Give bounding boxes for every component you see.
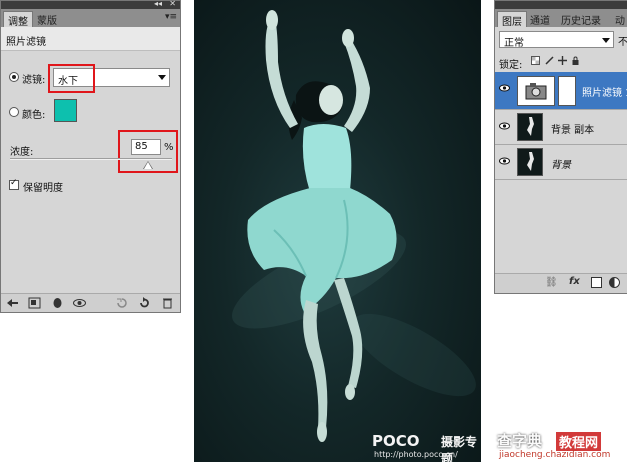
- delete-icon[interactable]: [161, 297, 174, 309]
- adjustments-bottom-toolbar: [1, 293, 180, 312]
- tab-actions[interactable]: 动: [611, 11, 627, 27]
- watermark-brand: POCO: [372, 432, 420, 450]
- density-slider-track[interactable]: [10, 158, 172, 160]
- preserve-luminosity-label: 保留明度: [23, 183, 63, 194]
- watermark-url: http://photo.poco.cn/: [374, 450, 458, 459]
- panel-top-strip: ◂◂ ✕: [1, 0, 180, 9]
- adjustments-tab-bar: 调整 蒙版 ▾≡: [1, 9, 180, 28]
- back-arrow-icon[interactable]: [6, 297, 19, 309]
- chevron-down-icon: [158, 75, 166, 80]
- lock-pixels-icon[interactable]: [545, 56, 554, 65]
- density-slider-thumb[interactable]: [143, 162, 152, 169]
- color-label: 颜色:: [22, 110, 46, 121]
- layer-thumbnail: [517, 113, 543, 141]
- layer-mask-thumbnail[interactable]: [558, 76, 576, 106]
- figure-thumbnail-icon: [527, 152, 534, 171]
- toggle-view-icon[interactable]: [28, 297, 41, 309]
- collapse-icon[interactable]: ◂◂: [154, 0, 162, 8]
- adjustment-thumbnail: [517, 76, 555, 106]
- layer-style-fx-icon[interactable]: fx: [569, 276, 580, 287]
- panel-menu-icon[interactable]: ▾≡: [165, 12, 177, 22]
- blend-mode-dropdown[interactable]: 正常: [499, 31, 614, 49]
- layer-row-background-copy[interactable]: 背景 副本: [495, 110, 627, 145]
- add-mask-icon[interactable]: [591, 277, 602, 288]
- visibility-eye-icon[interactable]: [499, 84, 510, 92]
- lock-position-icon[interactable]: [558, 56, 567, 65]
- link-layers-icon[interactable]: ⛓: [545, 277, 558, 288]
- layer-name: 照片滤镜 1: [582, 88, 627, 99]
- tab-layers[interactable]: 图层: [497, 11, 527, 28]
- blend-mode-value: 正常: [504, 38, 524, 49]
- layer-name: 背景 副本: [551, 125, 595, 136]
- preserve-luminosity-checkbox[interactable]: [9, 178, 19, 190]
- new-adjustment-layer-icon[interactable]: [609, 277, 620, 288]
- adjustment-title-bar: 照片滤镜: [1, 27, 180, 51]
- figure-thumbnail-icon: [527, 117, 534, 136]
- color-swatch[interactable]: [54, 99, 77, 122]
- photo-filter-icon: [525, 83, 547, 100]
- filter-radio[interactable]: [9, 72, 19, 82]
- lock-transparent-icon[interactable]: [531, 56, 540, 65]
- site-watermark-name: 查字典: [497, 432, 543, 450]
- layer-row-photo-filter[interactable]: 照片滤镜 1: [495, 72, 627, 110]
- tab-history[interactable]: 历史记录: [557, 11, 605, 27]
- site-watermark-url: jiaocheng.chazidian.com: [499, 450, 611, 460]
- layers-bottom-toolbar: ⛓ fx: [495, 273, 627, 293]
- clip-layer-icon[interactable]: [51, 297, 64, 309]
- close-icon[interactable]: ✕: [169, 0, 176, 8]
- opacity-label: 不: [618, 37, 627, 48]
- site-watermark-section: 教程网: [556, 432, 602, 451]
- layer-row-background[interactable]: 背景: [495, 145, 627, 180]
- adjustments-panel: ◂◂ ✕ 调整 蒙版 ▾≡ 照片滤镜 滤镜: 水下 颜色: 浓度: 85 % 保…: [0, 0, 181, 313]
- visibility-eye-icon[interactable]: [499, 122, 510, 130]
- photo-canvas: POCO 摄影专题 http://photo.poco.cn/: [194, 0, 481, 462]
- density-label: 浓度:: [10, 147, 34, 158]
- adjustment-title: 照片滤镜: [6, 37, 46, 48]
- lock-all-icon[interactable]: [571, 56, 580, 65]
- layer-thumbnail: [517, 148, 543, 176]
- layer-name: 背景: [551, 160, 571, 171]
- chevron-down-icon: [602, 38, 610, 43]
- filter-label: 滤镜:: [22, 75, 46, 86]
- visibility-eye-icon[interactable]: [499, 157, 510, 165]
- color-radio[interactable]: [9, 107, 19, 117]
- lock-label: 锁定:: [499, 60, 523, 71]
- dancer-figure: [247, 10, 397, 442]
- reset-icon[interactable]: [138, 297, 151, 309]
- filter-highlight-box: [48, 64, 95, 93]
- tab-masks[interactable]: 蒙版: [33, 11, 61, 27]
- tab-channels[interactable]: 通道: [526, 11, 554, 27]
- panel-top-strip: [495, 1, 627, 9]
- tab-adjustments[interactable]: 调整: [3, 11, 33, 28]
- layers-panel: 图层 通道 历史记录 动 正常 不 锁定: 照片滤镜 1 背景 副本 背景 ⛓ …: [494, 0, 627, 294]
- visibility-eye-icon[interactable]: [73, 297, 86, 309]
- previous-state-icon[interactable]: [116, 297, 129, 309]
- layers-tab-bar: 图层 通道 历史记录 动: [495, 9, 627, 28]
